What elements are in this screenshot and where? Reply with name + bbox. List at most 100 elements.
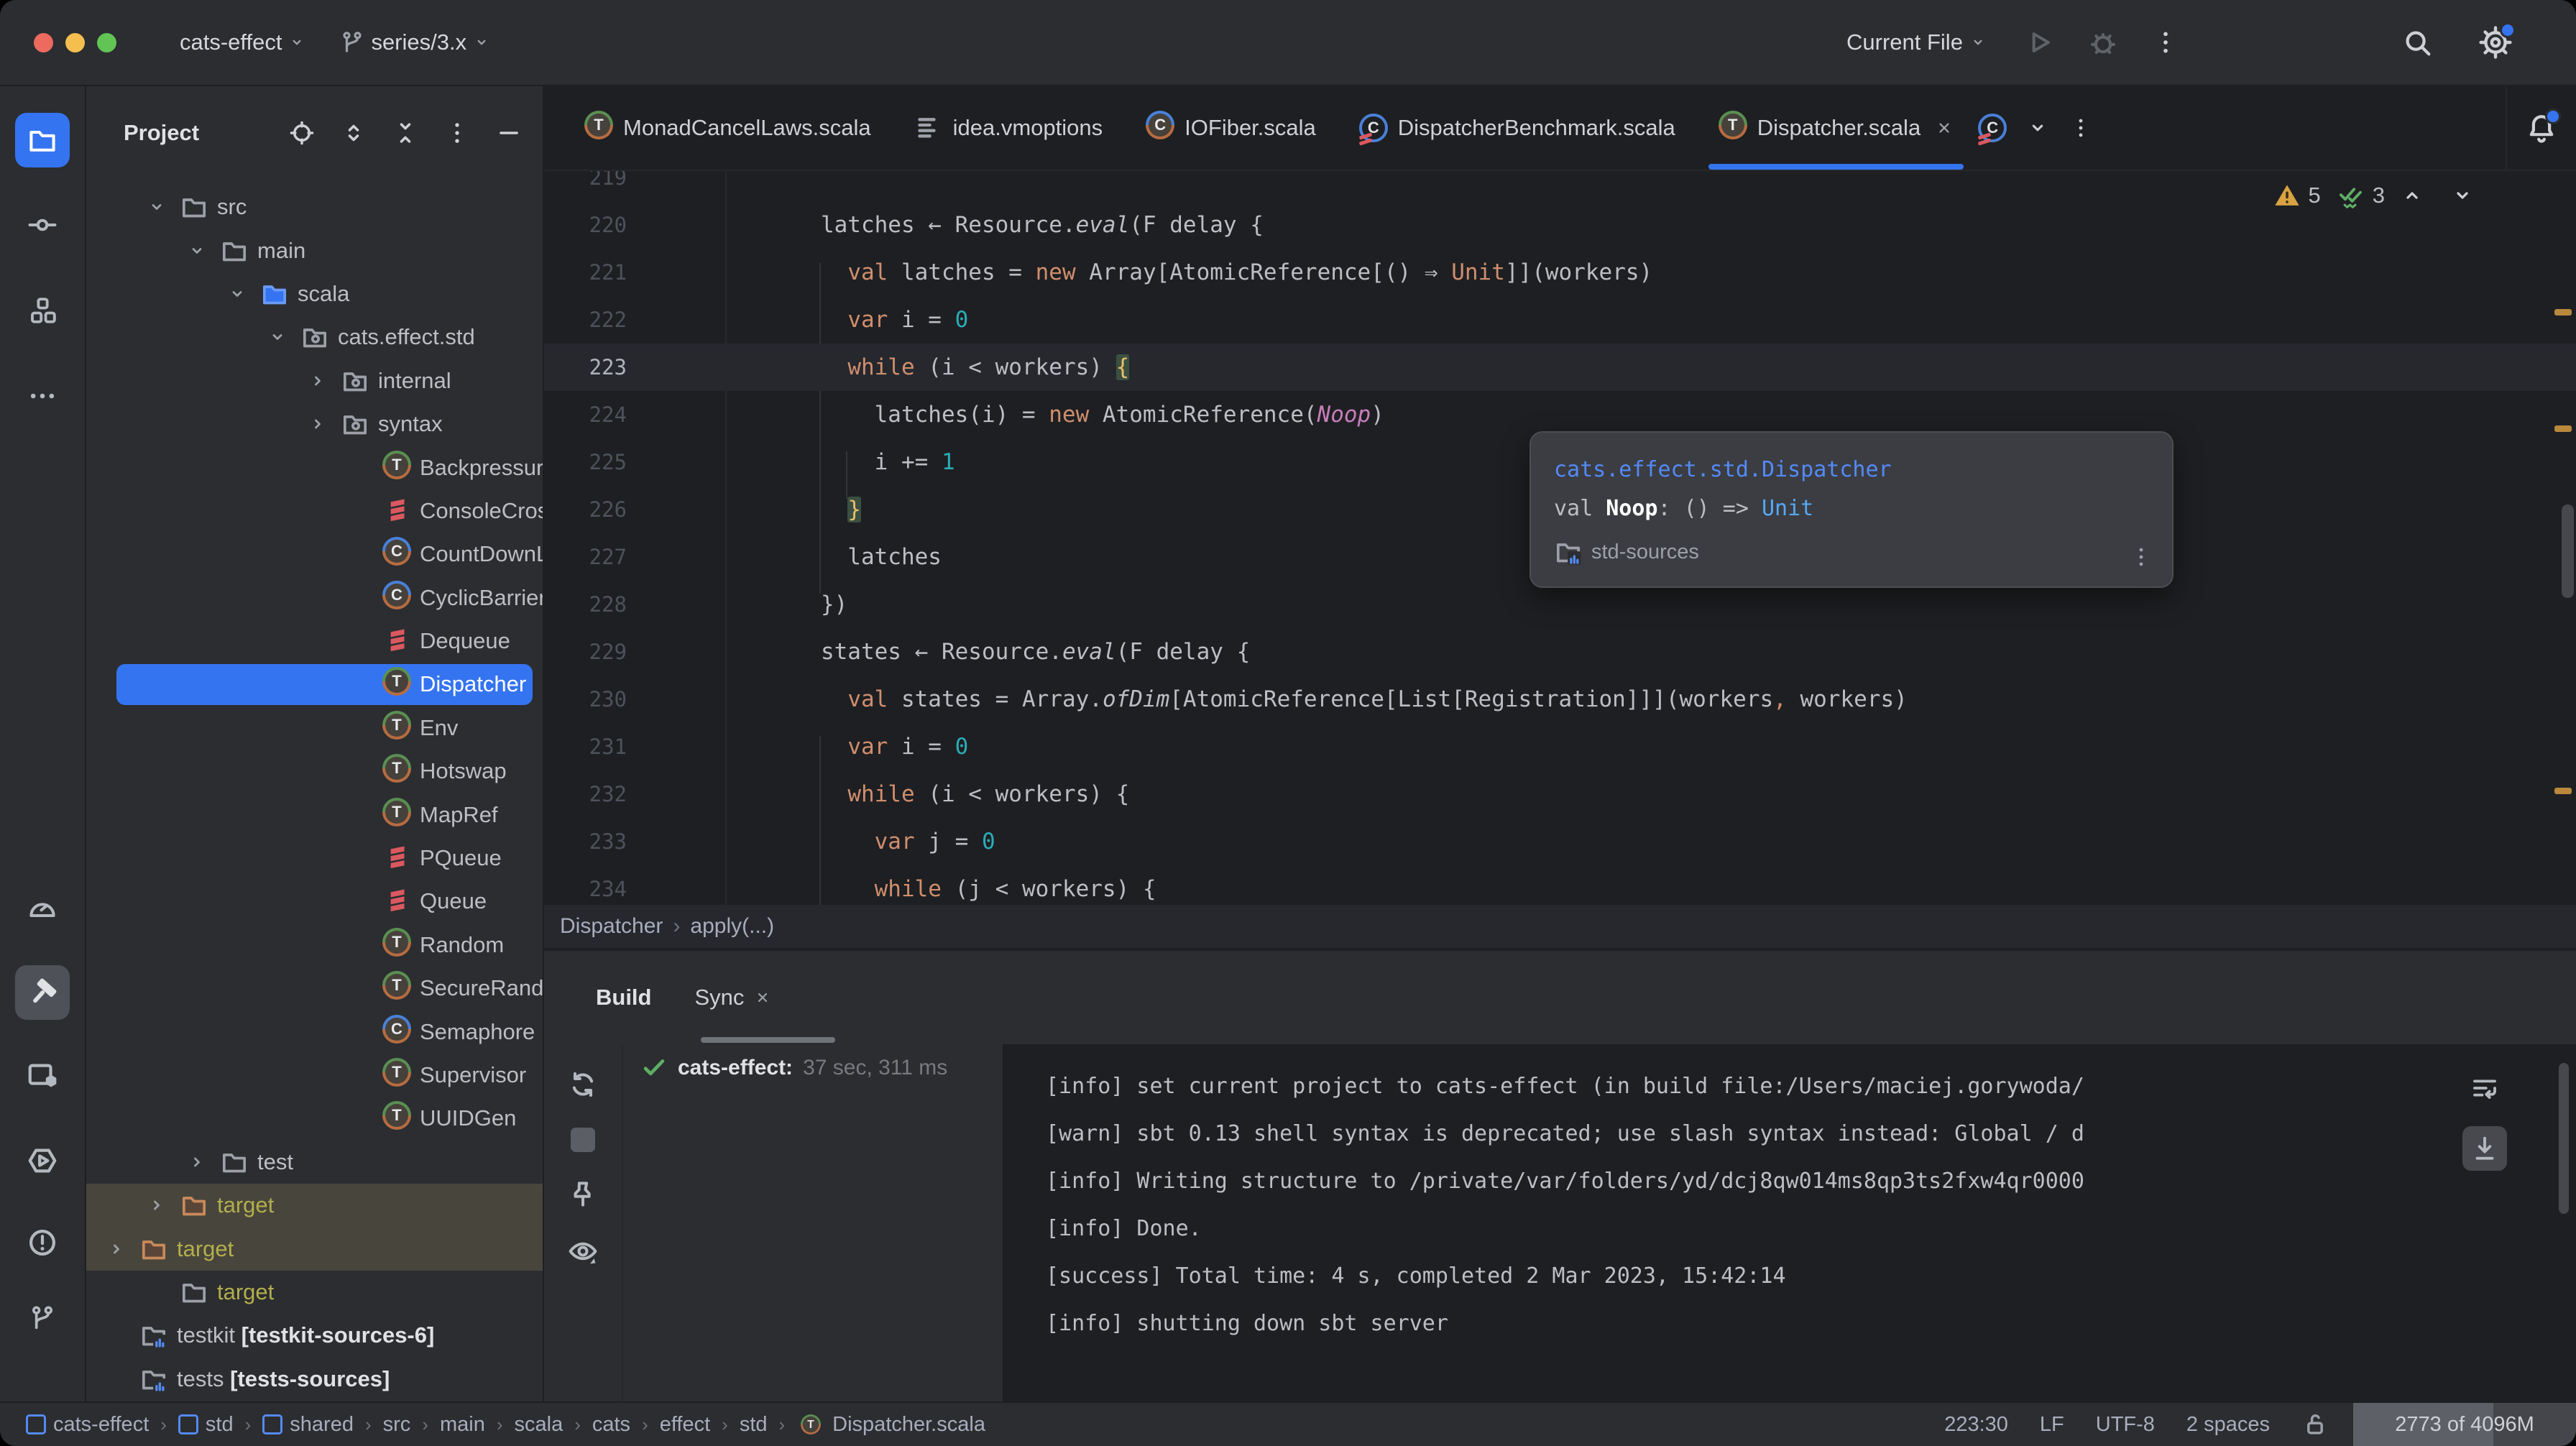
run-configuration-selector[interactable]: Current File — [1846, 29, 1987, 55]
next-problem-icon[interactable] — [2450, 183, 2475, 208]
tree-item-target[interactable]: target — [86, 1271, 543, 1314]
activity-item-build[interactable] — [15, 965, 70, 1020]
tooltip-qualified-name[interactable]: cats.effect.std.Dispatcher — [1554, 457, 1892, 482]
status-breadcrumb-cats-effect[interactable]: cats-effect — [26, 1413, 149, 1437]
minimize-window-button[interactable] — [65, 33, 85, 52]
tree-item-backpressure[interactable]: TBackpressure — [86, 446, 543, 489]
tree-item-src[interactable]: src — [86, 185, 543, 229]
build-tab-build[interactable]: Build — [596, 951, 652, 1044]
eye-icon[interactable] — [567, 1235, 599, 1267]
tree-item-random[interactable]: TRandom — [86, 924, 543, 967]
run-icon[interactable] — [2023, 26, 2055, 59]
chevron-right-icon[interactable] — [137, 1194, 177, 1216]
tree-item-testkit[interactable]: testkit [testkit-sources-6] — [86, 1314, 543, 1357]
activity-item-structure[interactable] — [15, 283, 70, 338]
settings-icon[interactable] — [2478, 25, 2513, 60]
locate-icon[interactable] — [288, 119, 316, 147]
tree-item-hotswap[interactable]: THotswap — [86, 750, 543, 793]
chevron-down-icon[interactable] — [177, 240, 217, 262]
tree-item-main[interactable]: main — [86, 229, 543, 272]
stop-icon[interactable] — [571, 1128, 595, 1152]
bell-icon[interactable] — [2525, 111, 2558, 144]
activity-item-problems[interactable] — [15, 1215, 70, 1270]
status-item-utf-8[interactable]: UTF-8 — [2096, 1413, 2155, 1437]
tree-item-cats.effect.std[interactable]: cats.effect.std — [86, 316, 543, 359]
log-scrollbar[interactable] — [2559, 1063, 2569, 1214]
search-icon[interactable] — [2401, 26, 2434, 59]
status-breadcrumb-scala[interactable]: scala — [515, 1413, 564, 1437]
chevron-right-icon[interactable] — [96, 1238, 137, 1260]
scala-class-c-icon[interactable]: C — [1978, 114, 2007, 142]
tree-item-countdownlatch[interactable]: CCountDownLatch — [86, 533, 543, 576]
tree-item-mapref[interactable]: TMapRef — [86, 793, 543, 836]
hide-icon[interactable] — [495, 119, 523, 147]
chevron-right-icon[interactable] — [298, 370, 338, 392]
more-vertical-icon[interactable] — [2129, 545, 2153, 569]
warning-stripe-mark[interactable] — [2554, 425, 2572, 432]
build-log[interactable]: [info] set current project to cats-effec… — [1003, 1044, 2576, 1403]
warning-stripe-mark[interactable] — [2554, 788, 2572, 794]
tree-item-scala[interactable]: scala — [86, 272, 543, 316]
refresh-icon[interactable] — [567, 1069, 599, 1100]
tree-item-semaphore[interactable]: CSemaphore — [86, 1010, 543, 1053]
passed-counter[interactable]: 3 — [2335, 180, 2385, 211]
branch-selector[interactable]: series/3.x — [339, 29, 491, 55]
activity-item-more-tools[interactable] — [15, 369, 70, 423]
tab-MonadCancelLaws.scala[interactable]: TMonadCancelLaws.scala — [563, 86, 893, 170]
close-icon[interactable] — [754, 989, 771, 1006]
tab-idea.vmoptions[interactable]: idea.vmoptions — [893, 86, 1125, 170]
breadcrumb[interactable]: apply(...) — [690, 914, 774, 939]
status-breadcrumb-effect[interactable]: effect — [660, 1413, 710, 1437]
activity-item-sbt[interactable] — [15, 1133, 70, 1188]
lock-open-icon[interactable] — [2301, 1411, 2329, 1438]
chevron-down-icon[interactable] — [137, 196, 177, 218]
tab-Dispatcher.scala[interactable]: TDispatcher.scala — [1697, 86, 1975, 170]
tree-item-syntax[interactable]: syntax — [86, 402, 543, 446]
pin-icon[interactable] — [567, 1179, 599, 1210]
tree-item-test[interactable]: test — [86, 1141, 543, 1184]
debug-icon[interactable] — [2087, 26, 2120, 59]
status-item-2-spaces[interactable]: 2 spaces — [2186, 1413, 2270, 1437]
status-breadcrumb-main[interactable]: main — [440, 1413, 485, 1437]
activity-item-profiler[interactable] — [15, 880, 70, 935]
tab-IOFiber.scala[interactable]: CIOFiber.scala — [1124, 86, 1338, 170]
expand-icon[interactable] — [340, 119, 367, 147]
tree-item-tests[interactable]: tests [tests-sources] — [86, 1358, 543, 1401]
status-breadcrumb-src[interactable]: src — [383, 1413, 411, 1437]
build-tab-sync[interactable]: Sync — [695, 951, 772, 1044]
status-breadcrumb-std[interactable]: std — [740, 1413, 768, 1437]
softwrap-icon[interactable] — [2462, 1066, 2507, 1110]
chevron-right-icon[interactable] — [177, 1151, 217, 1173]
tree-item-cyclicbarrier[interactable]: CCyclicBarrier — [86, 576, 543, 620]
tree-item-supervisor[interactable]: TSupervisor — [86, 1054, 543, 1097]
status-breadcrumb-cats[interactable]: cats — [592, 1413, 630, 1437]
tree-item-securerandom[interactable]: TSecureRandom — [86, 967, 543, 1010]
more-vertical-icon[interactable] — [2069, 116, 2093, 140]
activity-item-sbt-shell[interactable] — [15, 1049, 70, 1103]
activity-item-commit[interactable] — [15, 198, 70, 252]
tree-item-target[interactable]: target — [86, 1227, 543, 1270]
status-item-223:30[interactable]: 223:30 — [1944, 1413, 2008, 1437]
tab-DispatcherBenchmark.scala[interactable]: CDispatcherBenchmark.scala — [1338, 86, 1697, 170]
tree-item-dispatcher[interactable]: TDispatcher — [86, 663, 543, 706]
status-breadcrumb-std[interactable]: std — [178, 1413, 234, 1437]
build-task-row[interactable]: cats-effect: 37 sec, 311 ms — [640, 1054, 947, 1082]
chevron-down-icon[interactable] — [257, 326, 298, 348]
tree-item-queue[interactable]: Queue — [86, 880, 543, 923]
collapse-icon[interactable] — [392, 119, 419, 147]
tree-item-internal[interactable]: internal — [86, 359, 543, 402]
tree-item-uuidgen[interactable]: TUUIDGen — [86, 1097, 543, 1140]
chevron-down-icon[interactable] — [217, 283, 257, 305]
tree-item-env[interactable]: TEnv — [86, 706, 543, 750]
chevron-down-icon[interactable] — [2025, 116, 2050, 140]
scroll-end-icon[interactable] — [2462, 1126, 2507, 1171]
breadcrumb[interactable]: Dispatcher — [560, 914, 663, 939]
close-window-button[interactable] — [34, 33, 53, 52]
chevron-right-icon[interactable] — [298, 413, 338, 435]
zoom-window-button[interactable] — [97, 33, 116, 52]
tree-item-pqueue[interactable]: PQueue — [86, 837, 543, 880]
close-icon[interactable] — [1935, 119, 1954, 137]
status-item-lf[interactable]: LF — [2040, 1413, 2064, 1437]
activity-item-project[interactable] — [15, 113, 70, 167]
warning-stripe-mark[interactable] — [2554, 309, 2572, 316]
